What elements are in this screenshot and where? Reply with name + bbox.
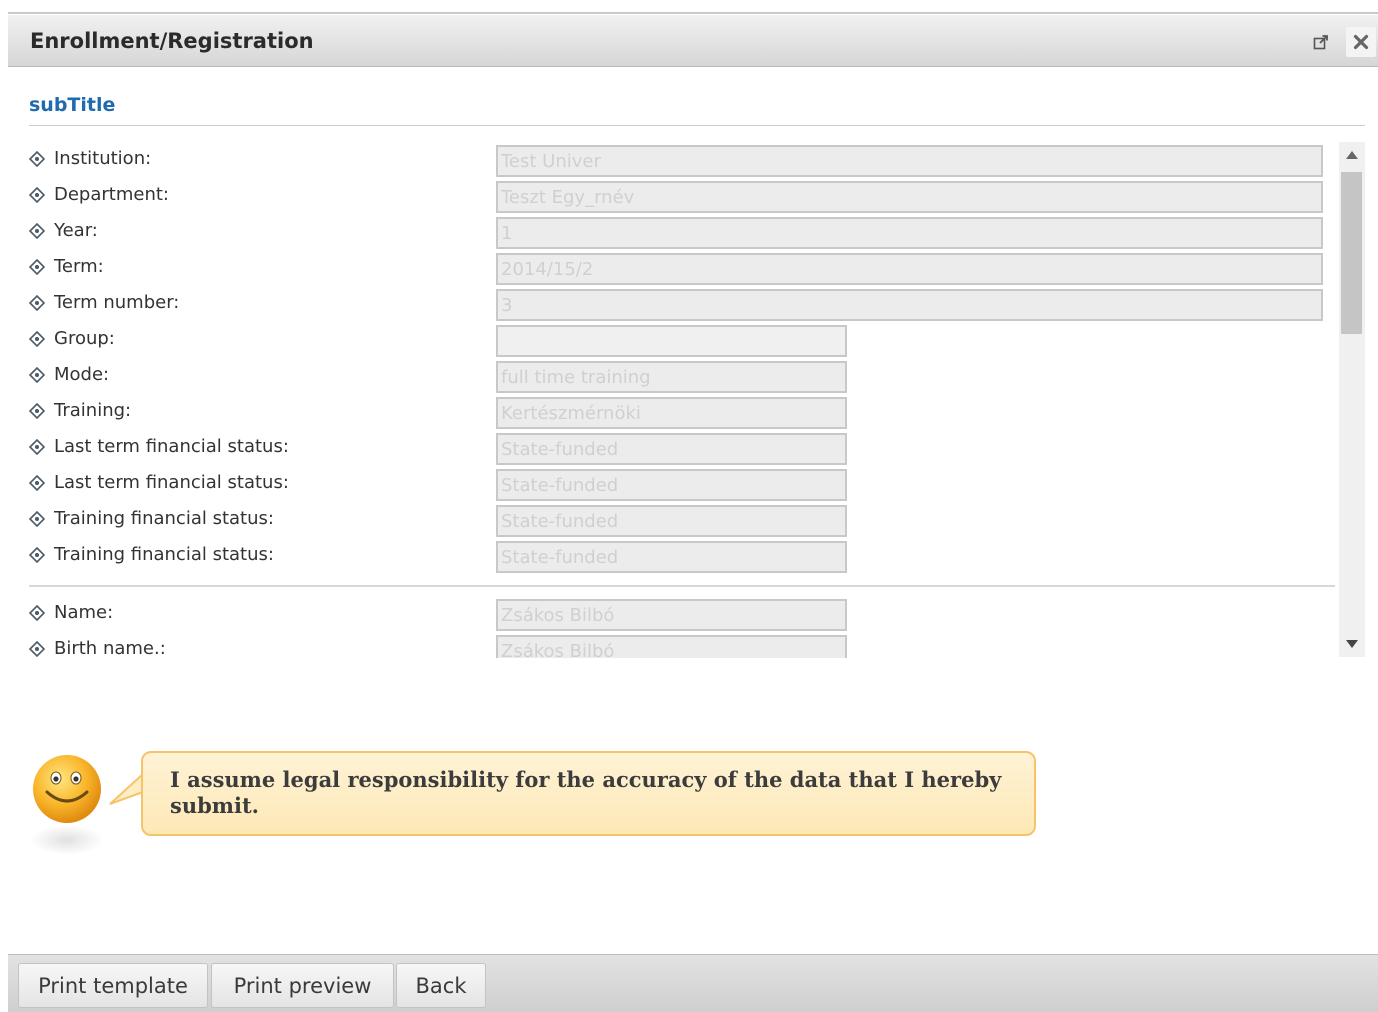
form-row-term: Term: 2014/15/2 bbox=[29, 250, 1335, 285]
training-field[interactable]: Kertészmérnöki bbox=[496, 397, 847, 429]
field-label-text: Term number: bbox=[54, 292, 180, 313]
footer-toolbar: Print template Print preview Back bbox=[8, 954, 1378, 1012]
field-label: Last term financial status: bbox=[29, 436, 289, 457]
close-icon bbox=[1353, 34, 1369, 50]
diamond-bullet-icon bbox=[29, 604, 45, 621]
field-label: Institution: bbox=[29, 148, 151, 169]
triangle-down-icon bbox=[1346, 640, 1358, 648]
close-button[interactable] bbox=[1346, 27, 1376, 57]
term-field[interactable]: 2014/15/2 bbox=[496, 253, 1323, 285]
form-row-last-term-financial-status-2: Last term financial status: State-funded bbox=[29, 466, 1335, 501]
field-label-text: Department: bbox=[54, 184, 169, 205]
smiley-icon bbox=[33, 755, 101, 823]
form-row-group: Group: bbox=[29, 322, 1335, 357]
field-label: Group: bbox=[29, 328, 115, 349]
popout-button[interactable] bbox=[1306, 27, 1336, 57]
form-row-department: Department: Teszt Egy_rnév bbox=[29, 178, 1335, 213]
institution-field[interactable]: Test Univer bbox=[496, 145, 1323, 177]
diamond-bullet-icon bbox=[29, 546, 45, 563]
diamond-bullet-icon bbox=[29, 438, 45, 455]
field-label-text: Mode: bbox=[54, 364, 110, 385]
field-label-text: Group: bbox=[54, 328, 115, 349]
field-label-text: Training financial status: bbox=[54, 508, 274, 529]
year-field[interactable]: 1 bbox=[496, 217, 1323, 249]
smiley-shadow bbox=[30, 825, 104, 855]
diamond-bullet-icon bbox=[29, 640, 45, 657]
section-divider bbox=[29, 585, 1335, 587]
diamond-bullet-icon bbox=[29, 366, 45, 383]
field-label: Name: bbox=[29, 602, 113, 623]
form-row-institution: Institution: Test Univer bbox=[29, 142, 1335, 177]
training-financial-status-field-2[interactable]: State-funded bbox=[496, 541, 847, 573]
form-row-last-term-financial-status: Last term financial status: State-funded bbox=[29, 430, 1335, 465]
field-label: Department: bbox=[29, 184, 169, 205]
field-label: Training financial status: bbox=[29, 508, 274, 529]
department-field[interactable]: Teszt Egy_rnév bbox=[496, 181, 1323, 213]
field-label: Mode: bbox=[29, 364, 109, 385]
print-template-button[interactable]: Print template bbox=[18, 963, 208, 1008]
form-row-birth-name: Birth name.: Zsákos Bilbó bbox=[29, 632, 1335, 658]
field-label-text: Term: bbox=[54, 256, 104, 277]
diamond-bullet-icon bbox=[29, 402, 45, 419]
form-row-mode: Mode: full time training bbox=[29, 358, 1335, 393]
field-label-text: Birth name.: bbox=[54, 638, 166, 658]
diamond-bullet-icon bbox=[29, 474, 45, 491]
popout-icon bbox=[1313, 35, 1328, 50]
last-term-financial-status-field[interactable]: State-funded bbox=[496, 433, 847, 465]
window-top-border bbox=[8, 12, 1378, 14]
responsibility-notice: I assume legal responsibility for the ac… bbox=[141, 751, 1036, 836]
subtitle-divider bbox=[29, 125, 1365, 126]
field-label-text: Name: bbox=[54, 602, 114, 623]
field-label: Last term financial status: bbox=[29, 472, 289, 493]
field-label-text: Last term financial status: bbox=[54, 472, 289, 493]
form-row-name: Name: Zsákos Bilbó bbox=[29, 596, 1335, 631]
diamond-bullet-icon bbox=[29, 222, 45, 239]
field-label: Birth name.: bbox=[29, 638, 166, 658]
diamond-bullet-icon bbox=[29, 150, 45, 167]
section-subtitle: subTitle bbox=[29, 94, 116, 116]
scroll-up-button[interactable] bbox=[1339, 142, 1365, 168]
form-row-training-financial-status-2: Training financial status: State-funded bbox=[29, 538, 1335, 573]
mode-field[interactable]: full time training bbox=[496, 361, 847, 393]
form-row-training-financial-status: Training financial status: State-funded bbox=[29, 502, 1335, 537]
field-label-text: Year: bbox=[54, 220, 98, 241]
vertical-scrollbar[interactable] bbox=[1339, 142, 1365, 657]
field-label: Year: bbox=[29, 220, 98, 241]
notice-text: I assume legal responsibility for the ac… bbox=[170, 767, 1002, 818]
birth-name-field[interactable]: Zsákos Bilbó bbox=[496, 635, 847, 658]
scroll-down-button[interactable] bbox=[1339, 631, 1365, 657]
diamond-bullet-icon bbox=[29, 510, 45, 527]
group-field[interactable] bbox=[496, 325, 847, 357]
diamond-bullet-icon bbox=[29, 330, 45, 347]
form-row-year: Year: 1 bbox=[29, 214, 1335, 249]
field-label-text: Training financial status: bbox=[54, 544, 274, 565]
form-row-term-number: Term number: 3 bbox=[29, 286, 1335, 321]
field-label: Training: bbox=[29, 400, 131, 421]
field-label: Term number: bbox=[29, 292, 179, 313]
last-term-financial-status-field-2[interactable]: State-funded bbox=[496, 469, 847, 501]
window-header: Enrollment/Registration bbox=[8, 15, 1378, 67]
field-label-text: Last term financial status: bbox=[54, 436, 289, 457]
field-label: Training financial status: bbox=[29, 544, 274, 565]
diamond-bullet-icon bbox=[29, 258, 45, 275]
triangle-up-icon bbox=[1346, 151, 1358, 159]
form-scroll-area: Institution: Test Univer Department: Tes… bbox=[29, 140, 1335, 658]
field-label-text: Training: bbox=[54, 400, 132, 421]
form-row-training: Training: Kertészmérnöki bbox=[29, 394, 1335, 429]
print-preview-button[interactable]: Print preview bbox=[211, 963, 394, 1008]
diamond-bullet-icon bbox=[29, 186, 45, 203]
diamond-bullet-icon bbox=[29, 294, 45, 311]
training-financial-status-field[interactable]: State-funded bbox=[496, 505, 847, 537]
scroll-thumb[interactable] bbox=[1341, 172, 1362, 334]
name-field[interactable]: Zsákos Bilbó bbox=[496, 599, 847, 631]
back-button[interactable]: Back bbox=[396, 963, 486, 1008]
term-number-field[interactable]: 3 bbox=[496, 289, 1323, 321]
field-label: Term: bbox=[29, 256, 104, 277]
field-label-text: Institution: bbox=[54, 148, 152, 169]
window-title: Enrollment/Registration bbox=[30, 29, 314, 53]
